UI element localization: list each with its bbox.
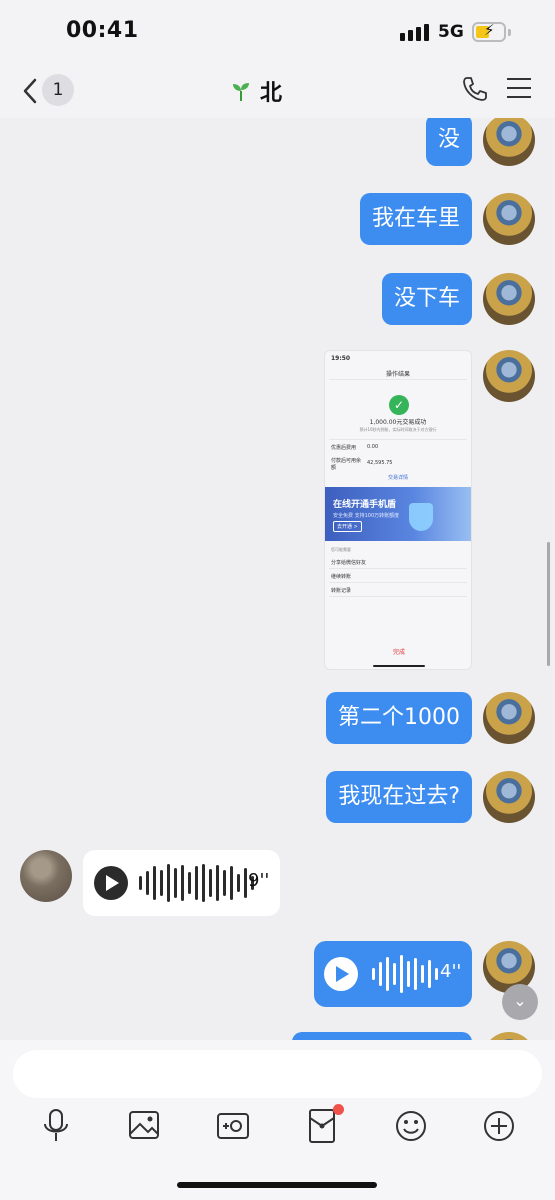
photo-icon[interactable] [124,1104,164,1148]
voice-message[interactable]: 4'' [314,941,472,1007]
phone-icon[interactable] [460,74,490,104]
unread-badge[interactable]: 1 [42,74,74,106]
divider [329,596,467,597]
scrollbar[interactable] [547,542,550,666]
text-message-partial[interactable] [292,1032,472,1040]
avatar[interactable] [483,350,535,402]
avatar[interactable] [483,1032,535,1040]
chat-title-group[interactable]: 北 [230,76,282,106]
balance-value: 42,595.75 [367,460,393,466]
play-icon[interactable] [94,866,128,900]
back-icon[interactable] [20,76,42,106]
network-label: 5G [438,22,464,42]
banner-subtitle: 安全免费 支持100万转账额度 [333,513,400,519]
toolbar [0,1104,555,1148]
composer [0,1040,555,1200]
waveform-icon [372,954,438,994]
voice-duration: 9'' [248,870,270,891]
screenshot-link: 转账记录 [331,588,352,594]
fee-label: 优惠后费用 [331,445,357,451]
red-packet-button[interactable] [302,1104,344,1148]
screenshot-header: 操作结果 [385,371,410,378]
screenshot-home-indicator [373,665,425,667]
text-message[interactable]: 没下车 [381,273,472,325]
success-check-icon: ✓ [389,395,409,415]
screenshot-done: 完成 [392,649,405,656]
screenshot-link: 分享给微信好友 [331,560,367,566]
screenshot-time: 19:50 [331,355,351,362]
chat-title: 北 [260,81,283,106]
home-indicator[interactable] [177,1182,377,1188]
signal-icon [400,24,429,41]
battery-tip [508,29,511,36]
voice-message[interactable]: 9'' [83,850,280,916]
avatar[interactable] [483,118,535,166]
screenshot-link: 继续转账 [331,574,352,580]
avatar[interactable] [483,771,535,823]
message-input[interactable] [13,1050,542,1098]
chat-header: 1 北 [0,66,555,118]
image-message[interactable]: 19:50 操作结果 ✓ 1,000.00元交易成功 预计10秒内到账，实际时间… [324,350,472,670]
screenshot-result: 1,000.00元交易成功 [369,419,427,426]
divider [329,439,467,440]
divider [329,582,467,583]
shield-icon [409,503,433,531]
status-time: 00:41 [66,18,139,43]
details-link: 交易详情 [387,475,408,481]
status-bar: 00:41 5G ⚡ [0,0,555,66]
play-icon[interactable] [324,957,358,991]
fee-value: 0.00 [367,444,379,450]
promo-banner: 在线开通手机盾 安全免费 支持100万转账额度 去开通 > [325,487,471,541]
menu-icon[interactable] [507,78,531,100]
text-message[interactable]: 没 [425,118,472,166]
emoji-icon[interactable] [391,1104,431,1148]
text-message[interactable]: 我在车里 [359,193,472,245]
banner-title: 在线开通手机盾 [333,500,397,510]
message-list[interactable]: 没 我在车里 没下车 19:50 操作结果 ✓ 1,000.00元交易成功 预计… [0,118,555,1040]
avatar[interactable] [483,273,535,325]
avatar[interactable] [20,850,72,902]
avatar[interactable] [483,692,535,744]
notification-dot [333,1104,344,1115]
text-message[interactable]: 第二个1000 [326,692,472,744]
plus-icon[interactable] [479,1104,519,1148]
waveform-icon [139,863,254,903]
scroll-down-icon[interactable]: ⌄ [502,984,538,1020]
screenshot-result-note: 预计10秒内到账，实际时间取决于对方银行 [359,427,437,432]
banner-button: 去开通 > [333,521,362,532]
voice-duration: 4'' [440,961,462,982]
avatar[interactable] [483,193,535,245]
camera-icon[interactable] [213,1104,253,1148]
section-label: 您可能需要 [331,547,351,552]
mic-icon[interactable] [36,1104,76,1148]
divider [329,568,467,569]
sprout-icon [233,83,249,101]
battery-icon: ⚡ [472,21,506,42]
balance-label: 付款后可用余额 [331,458,362,471]
divider [329,379,467,380]
text-message[interactable]: 我现在过去? [326,771,472,823]
